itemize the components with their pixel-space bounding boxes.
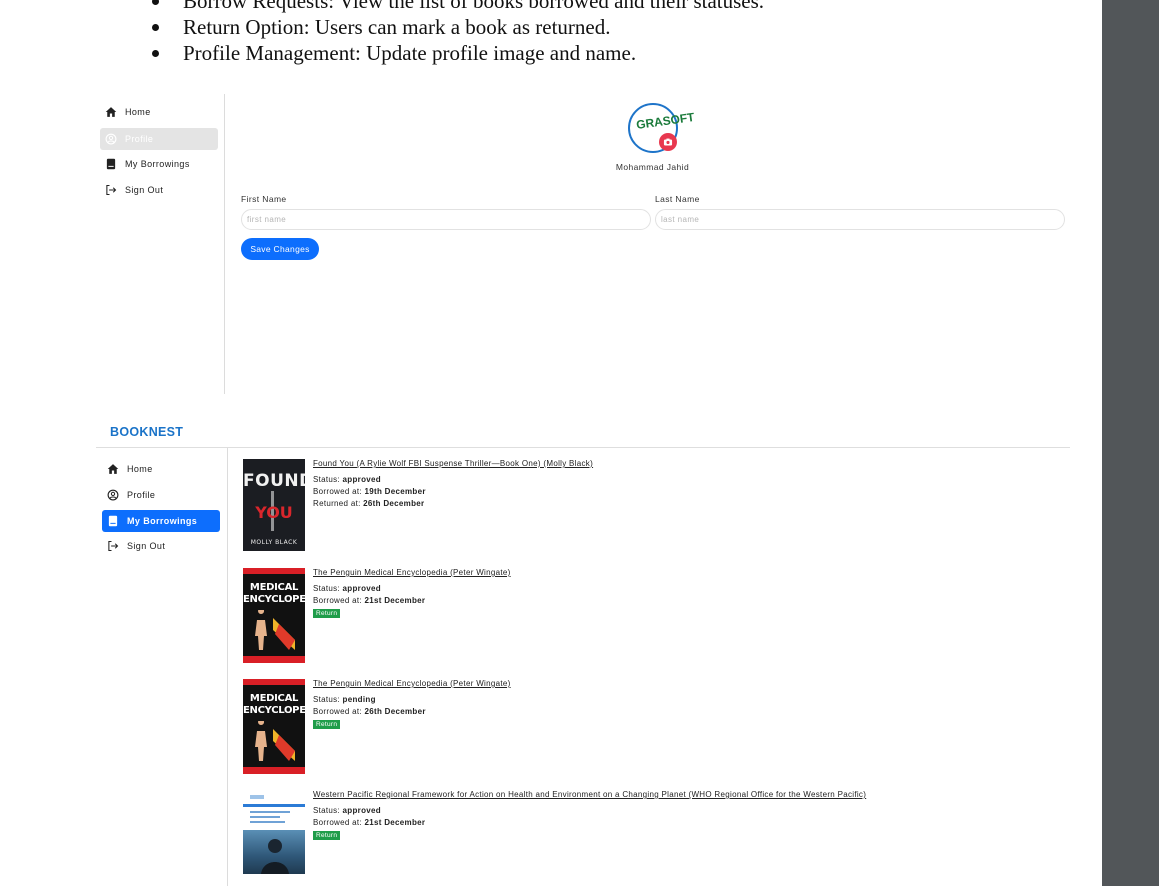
book-title-link[interactable]: Found You (A Rylie Wolf FBI Suspense Thr…: [313, 459, 1013, 468]
person-silhouette-icon: [261, 839, 289, 874]
cover-title-line: ENCYCLOPEDIA: [243, 705, 305, 716]
return-button[interactable]: Return: [313, 609, 341, 618]
book-cover[interactable]: [243, 790, 305, 874]
first-name-label: First Name: [241, 194, 287, 204]
sidebar-item-home[interactable]: Home: [102, 458, 220, 480]
feature-bullet-list: Borrow Requests: View the list of books …: [150, 0, 764, 66]
cover-title-line: YOU: [255, 503, 293, 522]
last-name-label: Last Name: [655, 194, 700, 204]
camera-icon: [663, 138, 673, 146]
sign-out-icon: [108, 540, 119, 552]
header-divider: [96, 447, 1070, 448]
brand-logo[interactable]: BOOKNEST: [110, 425, 183, 439]
document-page: Borrow Requests: View the list of books …: [0, 0, 1102, 886]
sidebar-item-my-borrowings[interactable]: My Borrowings: [102, 510, 220, 532]
sidebar-item-profile[interactable]: Profile: [102, 484, 220, 506]
borrowed-date: 21st December: [364, 596, 426, 605]
status-value: approved: [342, 806, 381, 815]
sidebar-item-label: Sign Out: [127, 541, 166, 551]
cover-text-lines-icon: [250, 811, 290, 823]
book-cover[interactable]: FOUND YOU MOLLY BLACK: [243, 459, 305, 551]
sidebar-item-profile[interactable]: Profile: [100, 128, 218, 150]
status-label: Status:: [313, 806, 341, 815]
book-icon: [106, 158, 116, 170]
returned-date: 26th December: [363, 499, 425, 508]
borrowed-date: 19th December: [364, 487, 426, 496]
avatar-logo-text: GRASOFT: [635, 109, 696, 133]
sidebar-divider: [227, 448, 228, 886]
borrowed-date: 21st December: [364, 818, 426, 827]
sidebar-item-label: Sign Out: [125, 185, 164, 195]
sidebar-item-sign-out[interactable]: Sign Out: [100, 179, 218, 201]
borrowed-label: Borrowed at:: [313, 596, 362, 605]
bullet-item: Profile Management: Update profile image…: [150, 40, 764, 66]
sidebar-item-my-borrowings[interactable]: My Borrowings: [100, 153, 218, 175]
book-icon: [108, 515, 118, 527]
book-title-link[interactable]: The Penguin Medical Encyclopedia (Peter …: [313, 568, 1013, 577]
anatomy-figure-icon: [255, 721, 295, 761]
status-label: Status:: [313, 695, 341, 704]
sign-out-icon: [106, 184, 117, 196]
status-label: Status:: [313, 475, 341, 484]
borrowed-label: Borrowed at:: [313, 487, 362, 496]
borrowed-label: Borrowed at:: [313, 818, 362, 827]
borrowed-label: Borrowed at:: [313, 707, 362, 716]
sidebar-item-label: Home: [125, 107, 151, 117]
user-circle-icon: [107, 489, 119, 501]
return-button[interactable]: Return: [313, 831, 341, 840]
home-icon: [107, 464, 119, 474]
cover-title-line: MEDICAL: [249, 693, 299, 704]
return-button[interactable]: Return: [313, 720, 341, 729]
change-photo-button[interactable]: [659, 133, 677, 151]
who-logo-icon: [250, 795, 264, 799]
cover-author: MOLLY BLACK: [250, 539, 298, 546]
cover-decoration: [243, 767, 305, 774]
cover-decoration: [243, 804, 305, 807]
sidebar-item-label: Home: [127, 464, 153, 474]
borrowed-date: 26th December: [364, 707, 426, 716]
viewer-background: [1102, 0, 1159, 886]
sidebar-item-label: My Borrowings: [127, 516, 198, 526]
sidebar-item-sign-out[interactable]: Sign Out: [102, 535, 220, 557]
sidebar-item-label: Profile: [127, 490, 156, 500]
cover-decoration: [243, 679, 305, 685]
cover-decoration: [243, 656, 305, 663]
anatomy-figure-icon: [255, 610, 295, 650]
last-name-input[interactable]: [655, 209, 1065, 230]
cover-photo: [243, 830, 305, 874]
bullet-item: Borrow Requests: View the list of books …: [150, 0, 764, 14]
home-icon: [105, 107, 117, 117]
cover-decoration: [243, 568, 305, 574]
user-circle-icon: [105, 133, 117, 145]
book-cover[interactable]: MEDICALENCYCLOPEDIA: [243, 568, 305, 663]
status-value: pending: [342, 695, 376, 704]
cover-title-line: FOUND: [243, 471, 305, 491]
first-name-input[interactable]: [241, 209, 651, 230]
status-value: approved: [342, 584, 381, 593]
cover-title-line: MEDICAL: [249, 582, 299, 593]
sidebar-item-home[interactable]: Home: [100, 101, 218, 123]
book-cover[interactable]: MEDICALENCYCLOPEDIA: [243, 679, 305, 774]
bullet-item: Return Option: Users can mark a book as …: [150, 14, 764, 40]
book-title-link[interactable]: The Penguin Medical Encyclopedia (Peter …: [313, 679, 1013, 688]
profile-user-name: Mohammad Jahid: [615, 162, 690, 172]
save-changes-button[interactable]: Save Changes: [241, 238, 319, 260]
cover-title-line: ENCYCLOPEDIA: [243, 594, 305, 605]
sidebar-divider: [224, 94, 225, 394]
sidebar-item-label: My Borrowings: [125, 159, 190, 169]
book-title-link[interactable]: Western Pacific Regional Framework for A…: [313, 790, 1013, 799]
status-value: approved: [342, 475, 381, 484]
sidebar-item-label: Profile: [125, 134, 154, 144]
returned-label: Returned at:: [313, 499, 361, 508]
status-label: Status:: [313, 584, 341, 593]
